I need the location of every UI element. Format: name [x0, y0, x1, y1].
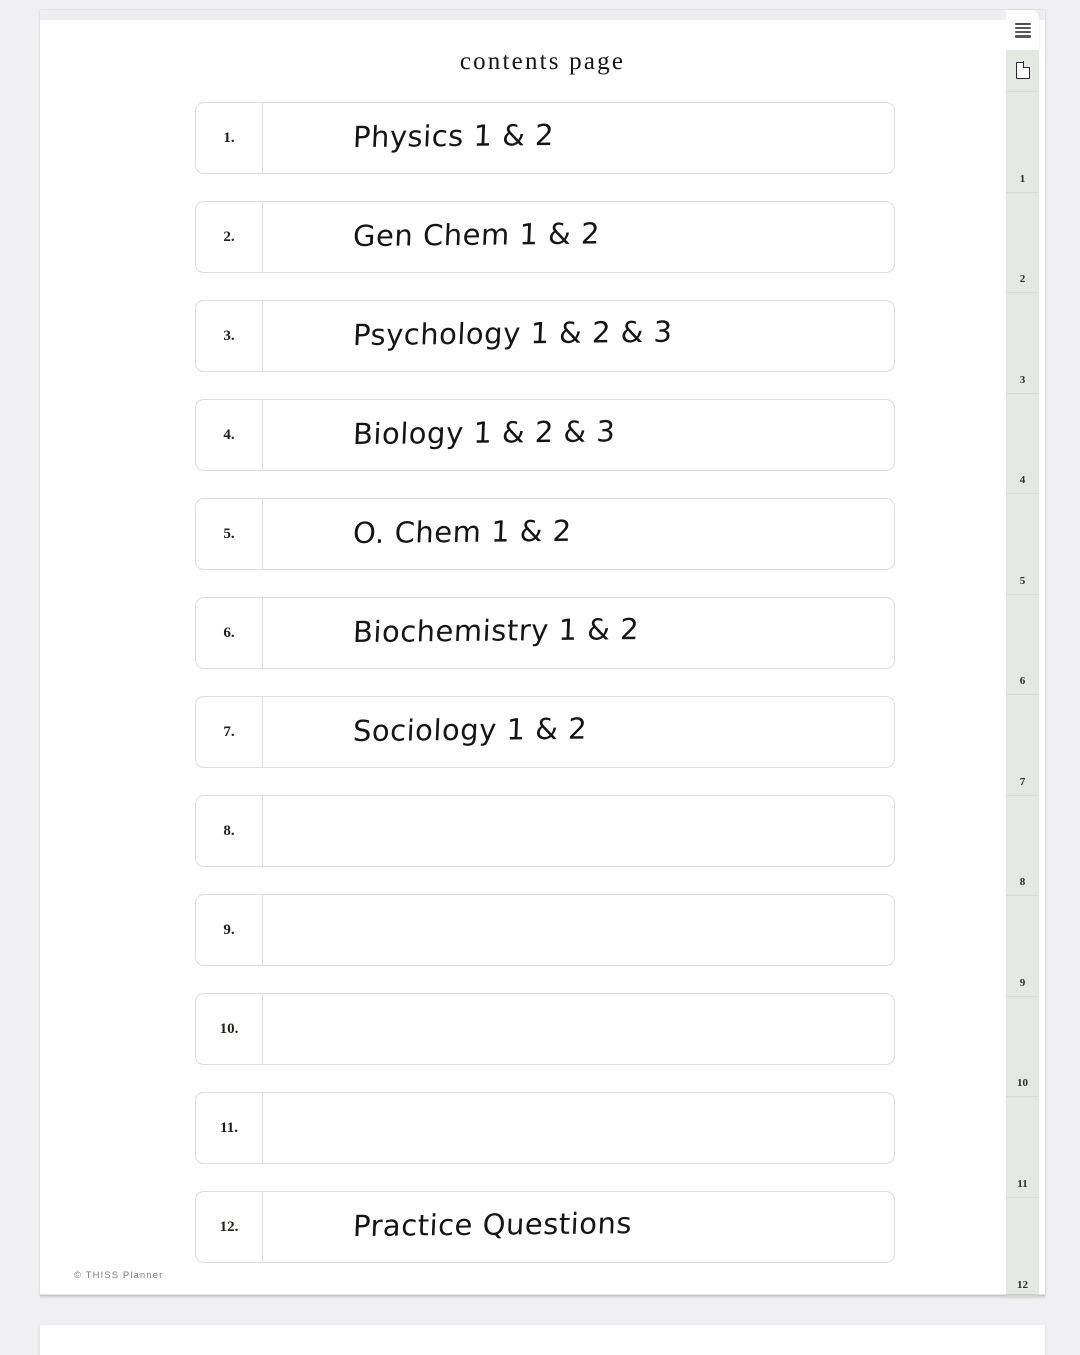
tab-page-5[interactable]: 5	[1006, 494, 1039, 595]
row-number: 3.	[196, 301, 263, 371]
row-text[interactable]: Biochemistry 1 & 2	[262, 598, 894, 668]
row-number: 8.	[196, 796, 263, 866]
row-text[interactable]	[262, 895, 894, 965]
document-icon	[1015, 61, 1031, 79]
contents-row[interactable]: 4. Biology 1 & 2 & 3	[195, 399, 895, 471]
row-number: 11.	[196, 1093, 263, 1163]
tab-page-1[interactable]: 1	[1006, 92, 1039, 193]
contents-row[interactable]: 8.	[195, 795, 895, 867]
page-title: contents page	[459, 48, 626, 75]
row-text[interactable]	[262, 796, 894, 866]
contents-row[interactable]: 2. Gen Chem 1 & 2	[195, 201, 895, 273]
row-text[interactable]: Psychology 1 & 2 & 3	[262, 301, 894, 371]
row-number: 9.	[196, 895, 263, 965]
tab-page-12[interactable]: 12	[1006, 1197, 1039, 1298]
tab-page-9[interactable]: 9	[1006, 896, 1039, 997]
contents-row[interactable]: 7. Sociology 1 & 2	[195, 696, 895, 768]
tab-page-7[interactable]: 7	[1006, 695, 1039, 796]
page-gap-shadow	[40, 1294, 1045, 1300]
planner-app: contents page 1. Physics 1 & 2 2. Gen Chem …	[0, 0, 1080, 1355]
tab-page-11[interactable]: 11	[1006, 1097, 1039, 1198]
row-text[interactable]	[262, 994, 894, 1064]
row-text[interactable]: Biology 1 & 2 & 3	[262, 400, 894, 470]
row-number: 2.	[196, 202, 263, 272]
row-text[interactable]: Sociology 1 & 2	[262, 697, 894, 767]
row-number: 6.	[196, 598, 263, 668]
row-number: 1.	[196, 103, 263, 173]
row-number: 4.	[196, 400, 263, 470]
tab-rail: 1 2 3 4 5 6 7 8 9 10 11 12	[1006, 10, 1039, 1299]
row-number: 7.	[196, 697, 263, 767]
row-text[interactable]	[262, 1093, 894, 1163]
row-text[interactable]: Gen Chem 1 & 2	[262, 202, 894, 272]
planner-page: contents page 1. Physics 1 & 2 2. Gen Chem …	[40, 10, 1045, 1295]
contents-row[interactable]: 11.	[195, 1092, 895, 1164]
tab-document[interactable]	[1006, 50, 1039, 92]
contents-row[interactable]: 10.	[195, 993, 895, 1065]
row-text[interactable]: Physics 1 & 2	[262, 103, 894, 173]
tab-page-8[interactable]: 8	[1006, 795, 1039, 896]
contents-row[interactable]: 5. O. Chem 1 & 2	[195, 498, 895, 570]
page-footer: © THISS Planner	[74, 1270, 164, 1281]
list-icon	[1014, 22, 1031, 38]
row-text[interactable]: Practice Questions	[262, 1192, 894, 1262]
contents-row[interactable]: 9.	[195, 894, 895, 966]
row-text[interactable]: O. Chem 1 & 2	[262, 499, 894, 569]
row-number: 10.	[196, 994, 263, 1064]
contents-row[interactable]: 3. Psychology 1 & 2 & 3	[195, 300, 895, 372]
row-number: 12.	[196, 1192, 263, 1262]
contents-row[interactable]: 1. Physics 1 & 2	[195, 102, 895, 174]
row-number: 5.	[196, 499, 263, 569]
next-page-sheet	[40, 1325, 1045, 1355]
tab-page-6[interactable]: 6	[1006, 594, 1039, 695]
tab-page-10[interactable]: 10	[1006, 996, 1039, 1097]
contents-list: 1. Physics 1 & 2 2. Gen Chem 1 & 2 3. Psychol…	[195, 102, 895, 1290]
tab-page-4[interactable]: 4	[1006, 393, 1039, 494]
page-top-strip	[40, 10, 1045, 20]
tab-contents-menu[interactable]	[1006, 10, 1039, 50]
tab-page-2[interactable]: 2	[1006, 192, 1039, 293]
contents-row[interactable]: 12. Practice Questions	[195, 1191, 895, 1263]
contents-row[interactable]: 6. Biochemistry 1 & 2	[195, 597, 895, 669]
tab-page-3[interactable]: 3	[1006, 293, 1039, 394]
